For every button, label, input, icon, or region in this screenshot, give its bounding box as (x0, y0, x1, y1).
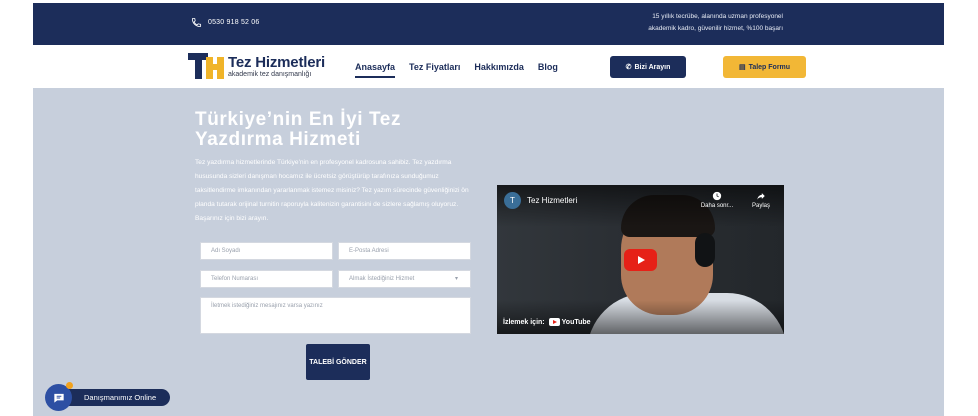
watch-on-youtube[interactable]: İzlemek için: YouTube (503, 318, 591, 326)
video-embed[interactable]: T Tez Hizmetleri Daha sonr... Paylaş İzl… (497, 185, 784, 334)
submit-request-button[interactable]: TALEBİ GÖNDER (306, 344, 370, 380)
nav-home[interactable]: Anasayfa (355, 62, 396, 78)
phone-call-icon: ✆ (625, 64, 632, 71)
youtube-label: YouTube (561, 318, 591, 326)
request-form-label: Talep Formu (748, 63, 791, 71)
top-bar: 0530 918 52 06 15 yıllık tecrübe, alanın… (33, 3, 944, 45)
play-icon (637, 256, 645, 264)
play-button[interactable] (624, 249, 657, 271)
hero-description: Tez yazdırma hizmetlerinde Türkiye'nin e… (195, 159, 469, 222)
tagline-line-2: akademik kadro, güvenilir hizmet, %100 b… (648, 25, 783, 32)
name-field[interactable]: Adı Soyadı (200, 242, 333, 260)
chat-bubble-icon (53, 393, 64, 403)
message-textarea[interactable]: İletmek istediğiniz mesajınız varsa yazı… (200, 297, 471, 334)
logo-mark-icon (188, 51, 226, 81)
topbar-phone[interactable]: 0530 918 52 06 (191, 17, 259, 28)
hero-title: Türkiye’nin En İyi Tez Yazdırma Hizmeti (195, 109, 402, 150)
page: 0530 918 52 06 15 yıllık tecrübe, alanın… (0, 0, 978, 416)
nav-blog[interactable]: Blog (538, 62, 558, 78)
logo-subtitle: akademik tez danışmanlığı (228, 70, 312, 78)
watch-on-label: İzlemek için: (503, 318, 545, 326)
share-label: Paylaş (751, 203, 770, 209)
watch-later-label: Daha sonr... (700, 203, 734, 209)
service-select[interactable]: Almak İstediğiniz Hizmet ▾ (338, 270, 471, 288)
chevron-down-icon: ▾ (454, 276, 458, 282)
clock-icon (712, 191, 722, 201)
channel-avatar[interactable]: T (504, 192, 521, 209)
topbar-tagline: 15 yıllık tecrübe, alanında uzman profes… (623, 11, 783, 35)
call-us-label: Bizi Arayın (634, 63, 671, 71)
youtube-logo: YouTube (548, 318, 591, 326)
share-button[interactable]: Paylaş (741, 191, 781, 209)
share-icon (757, 193, 765, 200)
site-logo[interactable]: Tez Hizmetleri akademik tez danışmanlığı (188, 51, 325, 81)
video-channel-title[interactable]: Tez Hizmetleri (527, 196, 577, 205)
nav-prices[interactable]: Tez Fiyatları (409, 62, 460, 78)
nav-about[interactable]: Hakkımızda (474, 62, 524, 78)
tagline-line-1: 15 yıllık tecrübe, alanında uzman profes… (652, 13, 783, 20)
youtube-icon (548, 318, 560, 326)
watch-later-button[interactable]: Daha sonr... (697, 191, 737, 209)
request-form-button[interactable]: ▤ Talep Formu (723, 56, 806, 78)
site-header: Tez Hizmetleri akademik tez danışmanlığı… (33, 45, 944, 88)
phone-number: 0530 918 52 06 (208, 19, 260, 26)
hero-section: Türkiye’nin En İyi Tez Yazdırma Hizmeti … (33, 88, 944, 416)
email-field[interactable]: E-Posta Adresi (338, 242, 471, 260)
chat-online-label[interactable]: Danışmanımız Online (60, 389, 170, 406)
phone-field[interactable]: Telefon Numarası (200, 270, 333, 288)
logo-title: Tez Hizmetleri (228, 53, 325, 71)
phone-icon (191, 17, 202, 28)
notification-dot (66, 382, 73, 389)
headset-shape (695, 233, 715, 267)
form-icon: ▤ (738, 64, 746, 71)
main-nav: Anasayfa Tez Fiyatları Hakkımızda Blog (355, 62, 572, 78)
call-us-button[interactable]: ✆ Bizi Arayın (610, 56, 686, 78)
service-select-label: Almak İstediğiniz Hizmet (349, 276, 415, 282)
